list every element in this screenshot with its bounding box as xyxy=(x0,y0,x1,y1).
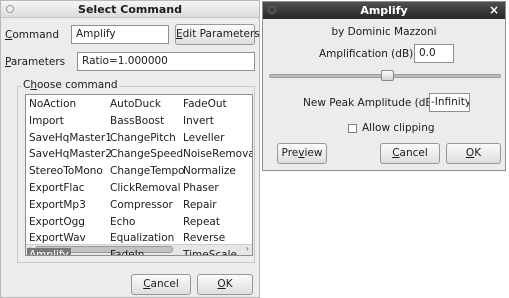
command-list-item[interactable]: AutoDuck xyxy=(108,97,163,111)
cancel-rest: ancel xyxy=(150,278,179,290)
amplification-label: Amplification (dB): xyxy=(319,48,417,60)
choose-label-rest: oose command xyxy=(37,79,118,91)
ok-button[interactable]: OK xyxy=(197,274,253,295)
command-list-item[interactable]: NoiseRemoval xyxy=(181,147,252,161)
parameters-input[interactable]: Ratio=1.000000 xyxy=(77,52,255,71)
command-list-item[interactable]: ExportFlac xyxy=(27,181,87,195)
close-icon[interactable]: × xyxy=(489,3,499,17)
select-command-titlebar[interactable]: Select Command xyxy=(1,1,259,18)
command-list-item[interactable]: Compressor xyxy=(108,198,175,212)
command-list-item[interactable]: Normalize xyxy=(181,164,238,178)
amplify-titlebar[interactable]: Amplify × xyxy=(263,2,505,19)
cancel-button[interactable]: Cancel xyxy=(131,274,191,295)
amp-cancel-rest: ancel xyxy=(399,147,428,159)
author-text: by Dominic Mazzoni xyxy=(331,26,437,38)
command-list-item[interactable]: Leveller xyxy=(181,131,226,145)
amp-ok-mnemonic: O xyxy=(465,147,475,159)
new-peak-label: New Peak Amplitude (dB): xyxy=(303,97,441,109)
command-list-item[interactable]: StereoToMono xyxy=(27,164,105,178)
amp-ok-rest: K xyxy=(474,147,482,159)
preview-rest: iew xyxy=(304,147,323,159)
amplify-title: Amplify xyxy=(360,4,408,17)
command-list[interactable]: ‹ › NoActionImportSaveHqMaster1SaveHqMas… xyxy=(25,94,253,256)
command-list-item[interactable]: Phaser xyxy=(181,181,221,195)
command-list-item[interactable]: ClickRemoval xyxy=(108,181,183,195)
preview-button[interactable]: Preview xyxy=(277,143,327,164)
command-list-item[interactable]: ChangeSpeed xyxy=(108,147,185,161)
command-list-item[interactable]: ChangeTempo xyxy=(108,164,187,178)
ok-rest: K xyxy=(225,278,233,290)
choose-label-mnemonic: h xyxy=(30,79,37,91)
command-list-item[interactable]: Amplify xyxy=(27,248,71,255)
command-list-item[interactable]: ExportWav xyxy=(27,231,88,245)
new-peak-input[interactable]: -Infinity xyxy=(429,93,470,112)
edit-parameters-mnemonic: E xyxy=(176,28,183,40)
allow-clipping-checkbox[interactable] xyxy=(348,124,357,133)
select-command-title: Select Command xyxy=(78,3,182,16)
amplify-cancel-button[interactable]: Cancel xyxy=(380,143,440,164)
command-list-item[interactable]: Repair xyxy=(181,198,219,212)
command-list-item[interactable]: NoAction xyxy=(27,97,78,111)
command-list-item[interactable]: TimeScale xyxy=(181,248,239,255)
edit-parameters-button[interactable]: Edit Parameters xyxy=(175,24,260,45)
command-list-item[interactable]: BassBoost xyxy=(108,114,166,128)
cancel-mnemonic: C xyxy=(143,278,151,290)
preview-pre: Pre xyxy=(281,147,299,159)
command-list-item[interactable]: Equalization xyxy=(108,231,176,245)
command-list-item[interactable]: Reverse xyxy=(181,231,227,245)
command-list-item[interactable]: Repeat xyxy=(181,215,222,229)
command-list-item[interactable]: FadeIn xyxy=(108,248,146,255)
amplify-dialog: Amplify × by Dominic Mazzoni Amplificati… xyxy=(262,1,506,171)
allow-clipping-label: Allow clipping xyxy=(362,122,435,134)
amplification-slider-thumb[interactable] xyxy=(380,70,394,81)
command-list-item[interactable]: ChangePitch xyxy=(108,131,178,145)
edit-parameters-rest: dit Parameters xyxy=(182,28,260,40)
command-list-item[interactable]: Invert xyxy=(181,114,216,128)
command-list-item[interactable]: ExportOgg xyxy=(27,215,87,229)
command-label: Command xyxy=(5,29,59,41)
choose-command-label: Choose command xyxy=(21,79,120,91)
parameters-label-rest: arameters xyxy=(10,56,66,68)
command-list-item[interactable]: FadeOut xyxy=(181,97,229,111)
select-command-dialog: Select Command Command Amplify Edit Para… xyxy=(0,0,260,298)
command-label-rest: ommand xyxy=(12,29,59,41)
command-input[interactable]: Amplify xyxy=(71,25,169,44)
amp-cancel-mnemonic: C xyxy=(392,147,400,159)
command-list-item[interactable]: Echo xyxy=(108,215,138,229)
amplification-input[interactable]: 0.0 xyxy=(414,44,454,63)
command-list-item[interactable]: ExportMp3 xyxy=(27,198,88,212)
ok-mnemonic: O xyxy=(217,278,226,290)
amplify-ok-button[interactable]: OK xyxy=(446,143,501,164)
command-list-item[interactable]: SaveHqMaster1 xyxy=(27,131,114,145)
parameters-label: Parameters xyxy=(5,56,65,68)
command-list-item[interactable]: SaveHqMaster2 xyxy=(27,147,114,161)
command-list-item[interactable]: Import xyxy=(27,114,66,128)
scroll-right-arrow-icon[interactable]: › xyxy=(246,244,249,253)
